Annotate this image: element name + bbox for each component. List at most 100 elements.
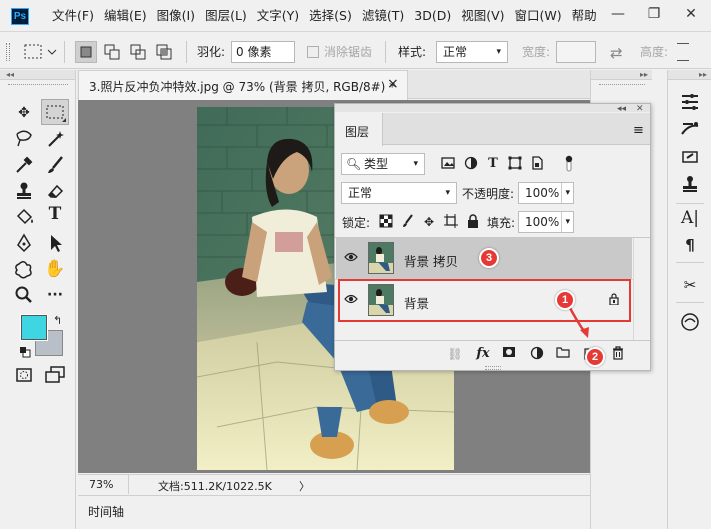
layers-panel-titlebar[interactable] <box>335 104 650 112</box>
filter-pixel-icon[interactable] <box>440 156 456 172</box>
restore-button[interactable]: ❐ <box>640 0 668 28</box>
hand-tool-icon[interactable]: ✋ <box>41 256 69 282</box>
document-tab-close-icon[interactable]: × <box>387 76 399 92</box>
fx-icon[interactable]: fx <box>475 346 491 362</box>
adjustments-icon[interactable] <box>668 92 711 118</box>
zoom-level[interactable]: 73% <box>89 478 113 491</box>
new-selection-button[interactable] <box>75 41 97 63</box>
menu-filter[interactable]: 滤镜(T) <box>360 0 412 32</box>
foreground-color-swatch[interactable] <box>20 314 48 341</box>
menu-bar: Ps 文件(F) 编辑(E) 图像(I) 图层(L) 文字(Y) 选择(S) 滤… <box>0 0 711 32</box>
visibility-eye-icon[interactable] <box>344 251 358 266</box>
adjustment-icon[interactable] <box>529 346 545 362</box>
brush-settings-icon[interactable] <box>668 120 711 146</box>
separator <box>676 262 704 263</box>
menu-image[interactable]: 图像(I) <box>155 0 203 32</box>
chevron-down-icon[interactable]: ▾ <box>561 183 570 203</box>
width-input[interactable] <box>556 41 596 63</box>
panel-collapse-strip[interactable]: ▸▸ <box>668 70 711 80</box>
menu-edit[interactable]: 编辑(E) <box>102 0 155 32</box>
layer-list-scrollbar[interactable] <box>633 238 650 340</box>
feather-input[interactable]: 0 像素 <box>231 41 295 63</box>
fill-input[interactable]: 100% ▾ <box>518 211 574 233</box>
marquee-preset-icon[interactable] <box>24 43 58 64</box>
tools-properties-icon[interactable]: ✂ <box>668 272 711 298</box>
opacity-input[interactable]: 100% ▾ <box>518 182 574 204</box>
path-selection-icon[interactable] <box>41 230 69 256</box>
status-menu-arrow-icon[interactable]: 〉 <box>299 478 310 494</box>
stamp-tool-icon[interactable] <box>10 178 38 204</box>
libraries-icon[interactable] <box>668 312 711 338</box>
grip-handle[interactable] <box>6 43 10 61</box>
minimize-button[interactable]: — <box>604 0 632 28</box>
layers-tab[interactable]: 图层 <box>335 113 383 146</box>
zoom-tool-icon[interactable] <box>10 282 38 308</box>
eraser-tool-icon[interactable] <box>41 178 69 204</box>
menu-window[interactable]: 窗口(W) <box>513 0 570 32</box>
swap-icon[interactable]: ⇄ <box>610 44 623 62</box>
eyedropper-icon[interactable] <box>10 152 38 178</box>
style-select[interactable]: 正常 ▾ <box>436 41 508 63</box>
quick-mask-icon[interactable] <box>10 362 38 388</box>
tools-grip[interactable] <box>8 84 68 86</box>
marquee-tool-icon[interactable] <box>41 99 69 125</box>
close-button[interactable]: ✕ <box>677 0 705 28</box>
default-colors-icon[interactable] <box>19 346 31 361</box>
tools-collapse-strip[interactable]: ◂◂ <box>0 70 75 80</box>
type-tool-icon[interactable]: T <box>41 204 69 230</box>
panel-collapse-strip[interactable]: ▸▸ <box>591 70 652 80</box>
brush-tool-icon[interactable] <box>41 152 69 178</box>
screen-mode-icon[interactable] <box>41 362 69 388</box>
menu-select[interactable]: 选择(S) <box>307 0 360 32</box>
filter-shape-icon[interactable] <box>507 156 523 172</box>
intersect-selection-button[interactable] <box>153 41 175 63</box>
more-tools-icon[interactable]: ··· <box>41 282 69 308</box>
clone-source-icon[interactable] <box>668 174 711 200</box>
custom-shape-icon[interactable] <box>10 256 38 282</box>
filter-adjustment-icon[interactable] <box>463 156 479 172</box>
subtract-selection-button[interactable] <box>127 41 149 63</box>
filter-toggle[interactable] <box>565 154 573 172</box>
panel-grip[interactable] <box>599 84 645 86</box>
menu-type[interactable]: 文字(Y) <box>255 0 307 32</box>
panel-resize-grip[interactable] <box>485 366 501 370</box>
panel-menu-icon[interactable]: ≡ <box>633 123 644 138</box>
menu-help[interactable]: 帮助 <box>570 0 605 32</box>
height-input[interactable] <box>677 43 689 61</box>
pen-tool-icon[interactable] <box>10 230 38 256</box>
options-bar: 羽化: 0 像素 消除锯齿 样式: 正常 ▾ 宽度: ⇄ 高度: <box>0 33 711 69</box>
move-tool-icon[interactable]: ✥ <box>10 100 38 126</box>
menu-view[interactable]: 视图(V) <box>459 0 512 32</box>
paint-bucket-icon[interactable] <box>10 204 38 230</box>
lasso-tool-icon[interactable] <box>10 126 38 152</box>
lock-artboard-icon[interactable] <box>443 214 459 230</box>
layer-filter-select[interactable]: 🔍︎ 类型 ▾ <box>341 153 425 175</box>
lock-all-icon[interactable] <box>465 214 481 230</box>
brush-presets-icon[interactable] <box>668 146 711 172</box>
timeline-panel-tab[interactable]: 时间轴 <box>78 495 590 524</box>
mask-icon[interactable] <box>501 346 517 362</box>
lock-image-icon[interactable] <box>400 214 416 230</box>
tools-panel: ◂◂ ✥ T ✋ ··· ↰ <box>0 70 76 529</box>
menu-3d[interactable]: 3D(D) <box>412 0 459 32</box>
paragraph-panel-icon[interactable]: ¶ <box>668 232 711 258</box>
lock-position-icon[interactable]: ✥ <box>421 214 437 230</box>
antialias-checkbox[interactable] <box>307 46 319 58</box>
blend-mode-select[interactable]: 正常 ▾ <box>341 182 457 204</box>
add-selection-button[interactable] <box>101 41 123 63</box>
menu-layer[interactable]: 图层(L) <box>203 0 255 32</box>
filter-type-icon[interactable]: T <box>485 156 501 172</box>
visibility-eye-icon[interactable] <box>344 293 358 307</box>
document-tab[interactable]: 3.照片反冲负冲特效.jpg @ 73% (背景 拷贝, RGB/8#) * × <box>78 70 408 100</box>
trash-icon[interactable] <box>610 346 626 362</box>
character-panel-icon[interactable]: A| <box>668 208 711 234</box>
magic-wand-icon[interactable] <box>41 126 69 152</box>
layer-row-background[interactable]: 背景 <box>336 280 632 321</box>
link-icon[interactable]: ⛓ <box>447 346 463 362</box>
folder-icon[interactable] <box>555 346 571 362</box>
filter-smart-object-icon[interactable] <box>529 156 545 172</box>
chevron-down-icon[interactable]: ▾ <box>561 212 570 232</box>
lock-transparent-icon[interactable] <box>378 214 394 230</box>
swap-colors-icon[interactable]: ↰ <box>53 314 62 327</box>
menu-file[interactable]: 文件(F) <box>50 0 102 32</box>
